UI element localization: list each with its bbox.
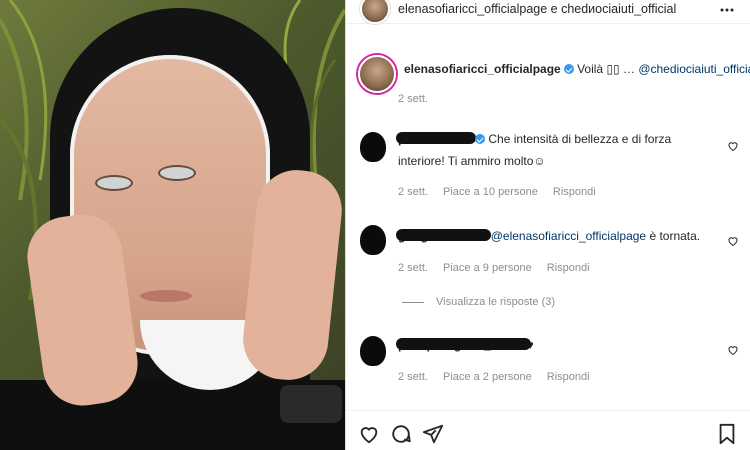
comment-mention[interactable]: @elenasofiaricci_officialpage: [491, 229, 646, 243]
comment-meta: 2 sett. Piace a 10 persone Rispondi: [398, 186, 608, 198]
comment-body: pino.pellegrino_ufficio♥: [396, 334, 718, 356]
lips: [140, 290, 192, 302]
post-photo[interactable]: [0, 0, 345, 450]
comment-bubble-icon[interactable]: [390, 423, 412, 445]
caption-timestamp[interactable]: 2 sett.: [398, 93, 428, 105]
comment-likes[interactable]: Piace a 2 persone: [443, 371, 532, 383]
header-title[interactable]: elenasofiaricci_officialpage e chedиocia…: [398, 2, 676, 16]
comment-meta: 2 sett. Piace a 2 persone Rispondi: [398, 371, 602, 383]
comment-likes[interactable]: Piace a 9 persone: [443, 262, 532, 274]
like-heart-icon[interactable]: [358, 423, 380, 445]
like-comment-heart-icon[interactable]: [727, 235, 739, 247]
comment-avatar[interactable]: [360, 225, 386, 255]
reply-button[interactable]: Rispondi: [553, 186, 596, 198]
comment-time[interactable]: 2 sett.: [398, 186, 428, 198]
comment-text: è tornata.: [646, 229, 701, 243]
comment-body: patrelloziano Che intensità di bellezza …: [395, 128, 718, 172]
reply-button[interactable]: Rispondi: [547, 262, 590, 274]
view-replies-button[interactable]: Visualizza le risposte (3): [402, 296, 555, 308]
left-eye: [95, 175, 133, 191]
caption-mention[interactable]: @chediociaiuti_official: [638, 62, 750, 76]
comment-time[interactable]: 2 sett.: [398, 371, 428, 383]
caption-username[interactable]: elenasofiaricci_officialpage: [404, 62, 561, 76]
caption-avatar[interactable]: [358, 55, 396, 93]
verified-badge-icon: [475, 134, 486, 144]
comment-avatar[interactable]: [360, 336, 386, 366]
comment-body: giorgiamariani1 @elenasofiaricci_officia…: [395, 225, 718, 247]
right-eye: [158, 165, 196, 181]
wristwatch: [280, 385, 342, 423]
comment-avatar[interactable]: [360, 132, 386, 162]
like-comment-heart-icon[interactable]: [727, 344, 739, 356]
view-replies-label: Visualizza le risposte (3): [436, 296, 556, 308]
caption-emoji: ⁠▯▯ …: [606, 62, 635, 76]
post-header: elenasofiaricci_officialpage e chedиocia…: [346, 0, 750, 24]
comment-likes[interactable]: Piace a 10 persone: [443, 186, 538, 198]
caption-line: elenasofiaricci_officialpage Voilà ⁠▯▯ ……: [404, 62, 750, 76]
comment-username[interactable]: pino.pellegrino_ufficio: [396, 334, 531, 356]
more-options-icon[interactable]: [719, 2, 735, 18]
bookmark-save-icon[interactable]: [716, 423, 738, 445]
post-side-panel: elenasofiaricci_officialpage e chedиocia…: [345, 0, 750, 450]
share-send-icon[interactable]: [422, 423, 444, 445]
like-comment-heart-icon[interactable]: [727, 140, 739, 152]
comment-meta: 2 sett. Piace a 9 persone Rispondi: [398, 262, 602, 274]
caption-text: Voilà: [577, 62, 607, 76]
comment-time[interactable]: 2 sett.: [398, 262, 428, 274]
verified-badge-icon: [563, 64, 574, 74]
header-avatar[interactable]: [360, 0, 390, 24]
post-action-bar: [346, 410, 750, 450]
comment-username[interactable]: giorgiamariani1: [395, 225, 492, 247]
comment-username[interactable]: patrelloziano: [395, 128, 477, 150]
reply-button[interactable]: Rispondi: [547, 371, 590, 383]
replies-divider: [402, 301, 424, 303]
